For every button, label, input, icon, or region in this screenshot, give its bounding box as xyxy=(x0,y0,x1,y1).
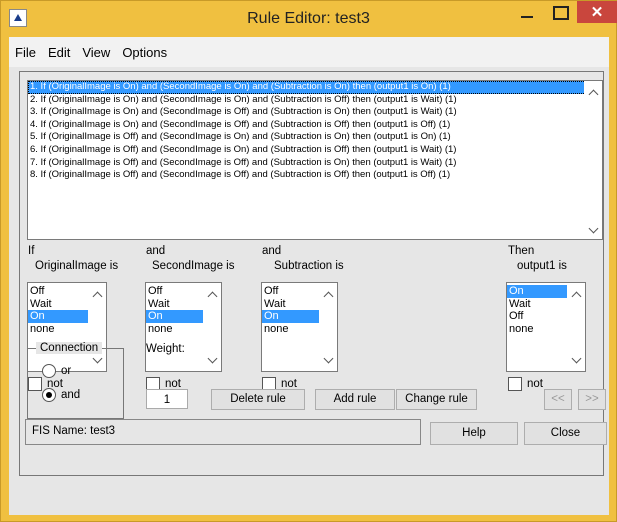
menu-bar: File Edit View Options xyxy=(9,37,609,67)
add-rule-button[interactable]: Add rule xyxy=(315,389,395,410)
rule-editor-window: Rule Editor: test3 ✕ File Edit View Opti… xyxy=(0,0,617,522)
rule-item[interactable]: 4. If (OriginalImage is On) and (SecondI… xyxy=(28,119,590,132)
rule-item[interactable]: 6. If (OriginalImage is Off) and (Second… xyxy=(28,144,590,157)
listbox-option[interactable]: Off xyxy=(28,285,88,298)
and-radio[interactable] xyxy=(42,388,56,402)
not-checkbox-output1[interactable] xyxy=(508,377,522,391)
rule-item[interactable]: 7. If (OriginalImage is Off) and (Second… xyxy=(28,157,590,170)
next-rule-button[interactable]: >> xyxy=(578,389,606,410)
menu-view[interactable]: View xyxy=(80,45,112,60)
or-radio[interactable] xyxy=(42,364,56,378)
menu-edit[interactable]: Edit xyxy=(46,45,72,60)
not-label-output1: not xyxy=(527,378,543,390)
second-image-label: SecondImage is xyxy=(152,260,235,272)
and-label-1: and xyxy=(146,245,166,257)
output1-label: output1 is xyxy=(517,260,567,272)
title-bar: Rule Editor: test3 ✕ xyxy=(1,1,617,37)
original-image-label: OriginalImage is xyxy=(35,260,119,272)
listbox-option[interactable]: On xyxy=(28,310,88,323)
connection-title: Connection xyxy=(36,342,103,354)
listbox-option[interactable]: none xyxy=(28,323,88,336)
listbox-option[interactable]: Off xyxy=(146,285,206,298)
rule-item[interactable]: 8. If (OriginalImage is Off) and (Second… xyxy=(28,169,590,182)
and-label: and xyxy=(61,389,81,401)
rule-list-scrollbar[interactable] xyxy=(584,81,602,239)
status-text: FIS Name: test3 xyxy=(32,425,116,437)
listbox-option[interactable]: Wait xyxy=(262,298,322,311)
subtraction-label: Subtraction is xyxy=(274,260,344,272)
listbox-scrollbar[interactable] xyxy=(567,283,585,371)
if-label: If xyxy=(28,245,35,257)
then-label: Then xyxy=(508,245,535,257)
and-label-2: and xyxy=(262,245,282,257)
close-window-button[interactable]: ✕ xyxy=(577,1,617,23)
listbox-option[interactable]: On xyxy=(507,285,567,298)
close-button[interactable]: Close xyxy=(524,422,607,445)
listbox-option[interactable]: none xyxy=(146,323,206,336)
subtraction-listbox[interactable]: Off Wait On none xyxy=(261,282,338,372)
listbox-option[interactable]: Wait xyxy=(507,298,567,311)
listbox-scrollbar[interactable] xyxy=(319,283,337,371)
scroll-down-icon[interactable] xyxy=(589,225,599,235)
listbox-option[interactable]: none xyxy=(262,323,322,336)
weight-label: Weight: xyxy=(146,343,185,355)
maximize-button[interactable] xyxy=(546,1,576,25)
help-button[interactable]: Help xyxy=(430,422,518,445)
menu-options[interactable]: Options xyxy=(120,45,169,60)
second-image-listbox[interactable]: Off Wait On none xyxy=(145,282,222,372)
listbox-option[interactable]: Off xyxy=(507,310,567,323)
scroll-up-icon[interactable] xyxy=(589,88,599,98)
connection-group xyxy=(27,348,124,419)
status-bar: FIS Name: test3 xyxy=(25,419,421,445)
change-rule-button[interactable]: Change rule xyxy=(396,389,477,410)
output1-listbox[interactable]: On Wait Off none xyxy=(506,282,586,372)
scroll-down-icon[interactable] xyxy=(324,355,334,365)
scroll-down-icon[interactable] xyxy=(208,355,218,365)
rule-item[interactable]: 1. If (OriginalImage is On) and (SecondI… xyxy=(28,81,590,94)
menu-file[interactable]: File xyxy=(13,45,38,60)
listbox-option[interactable]: Off xyxy=(262,285,322,298)
main-panel: 1. If (OriginalImage is On) and (SecondI… xyxy=(9,67,609,515)
listbox-option[interactable]: On xyxy=(146,310,206,323)
previous-rule-button[interactable]: << xyxy=(544,389,572,410)
listbox-scrollbar[interactable] xyxy=(203,283,221,371)
delete-rule-button[interactable]: Delete rule xyxy=(211,389,305,410)
listbox-option[interactable]: Wait xyxy=(146,298,206,311)
scroll-down-icon[interactable] xyxy=(572,355,582,365)
listbox-option[interactable]: Wait xyxy=(28,298,88,311)
rule-item[interactable]: 2. If (OriginalImage is On) and (SecondI… xyxy=(28,94,590,107)
listbox-option[interactable]: On xyxy=(262,310,322,323)
scroll-up-icon[interactable] xyxy=(93,290,103,300)
listbox-option[interactable]: none xyxy=(507,323,567,336)
scroll-up-icon[interactable] xyxy=(324,290,334,300)
rule-item[interactable]: 5. If (OriginalImage is Off) and (Second… xyxy=(28,131,590,144)
rule-list[interactable]: 1. If (OriginalImage is On) and (SecondI… xyxy=(27,80,603,240)
weight-input[interactable]: 1 xyxy=(146,389,188,409)
scroll-up-icon[interactable] xyxy=(208,290,218,300)
scroll-up-icon[interactable] xyxy=(572,290,582,300)
or-label: or xyxy=(61,365,72,377)
rule-item[interactable]: 3. If (OriginalImage is On) and (SecondI… xyxy=(28,106,590,119)
minimize-button[interactable] xyxy=(512,1,542,25)
